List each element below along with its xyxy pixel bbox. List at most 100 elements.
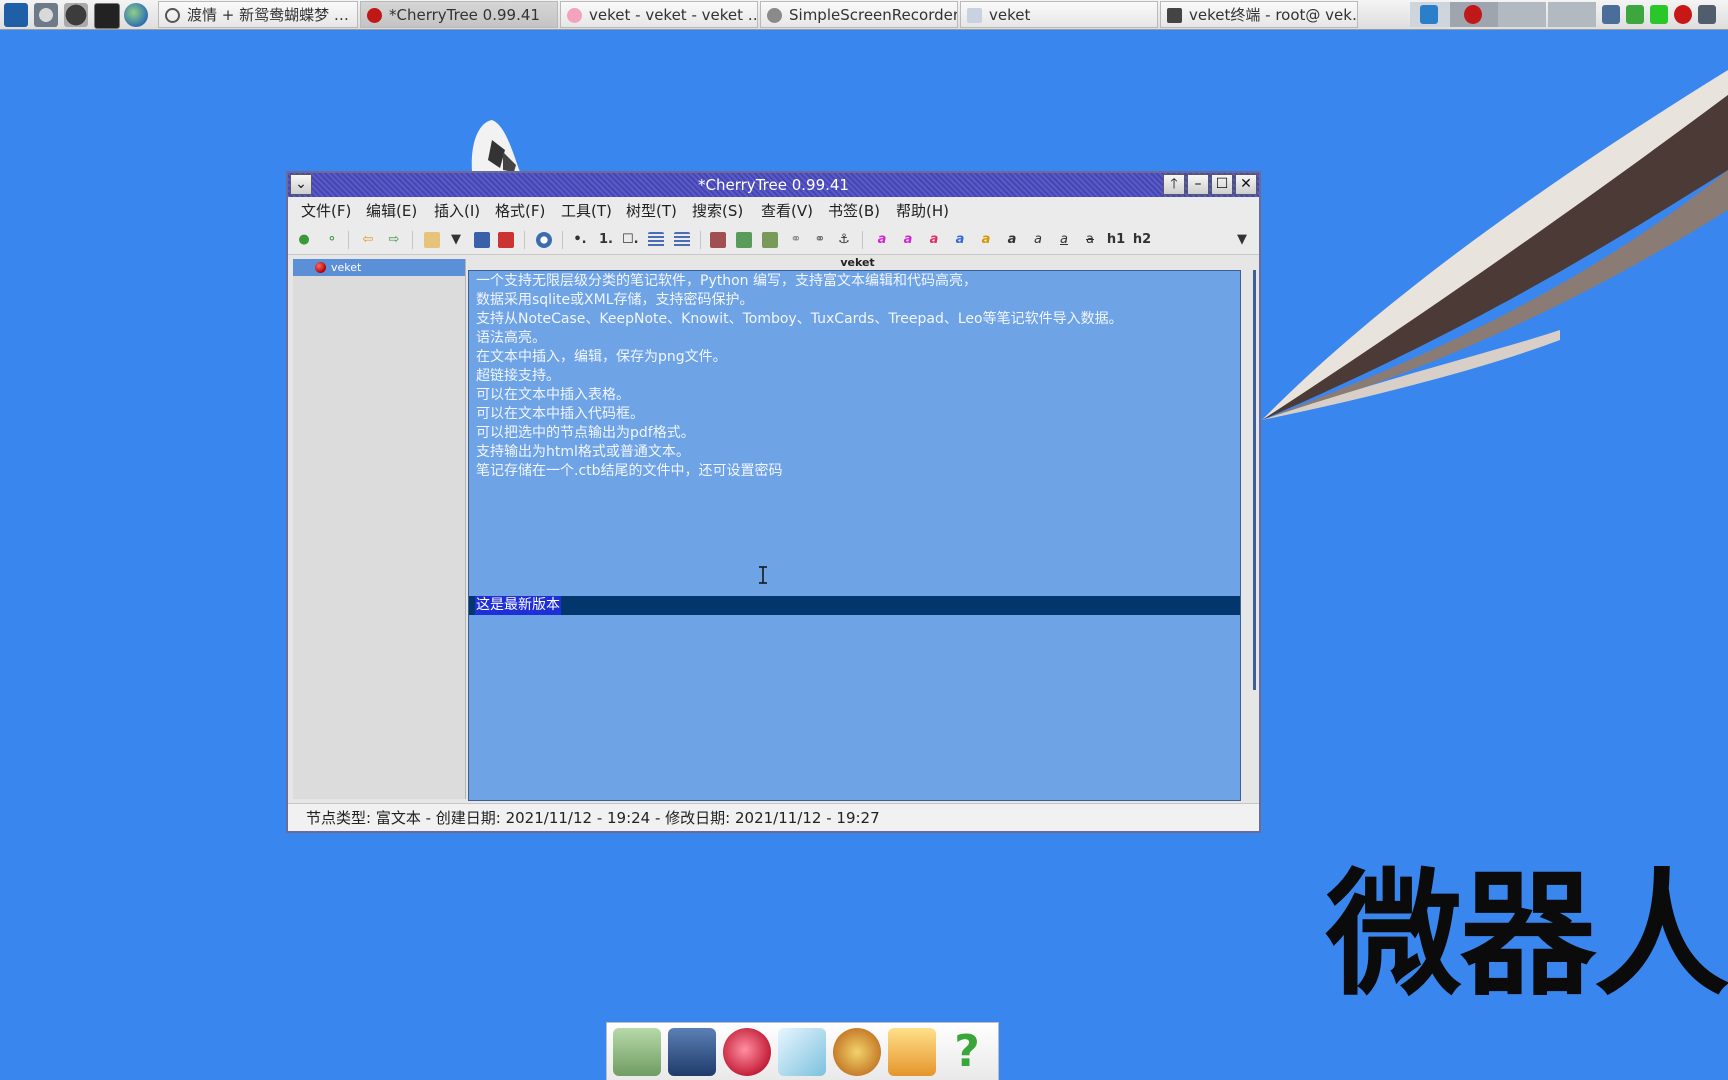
editor-scrollbar[interactable] bbox=[1253, 270, 1256, 690]
save-icon[interactable] bbox=[474, 232, 490, 248]
italic-icon[interactable]: a bbox=[1030, 232, 1046, 248]
text-editor-icon[interactable] bbox=[778, 1028, 826, 1076]
rich-text-editor[interactable]: 一个支持无限层级分类的笔记软件，Python 编写，支持富文本编辑和代码高亮， … bbox=[468, 270, 1241, 801]
toolbar-separator bbox=[412, 231, 413, 249]
selected-text[interactable]: 这是最新版本 bbox=[475, 596, 561, 615]
numbered-list-icon[interactable]: 1. bbox=[598, 232, 614, 248]
menu-view[interactable]: 查看(V) bbox=[761, 201, 813, 221]
task-recorder[interactable]: SimpleScreenRecorder bbox=[760, 1, 958, 28]
menu-insert[interactable]: 插入(I) bbox=[434, 201, 480, 221]
window-titlebar[interactable]: ⌄ *CherryTree 0.99.41 🡑 – ☐ ✕ bbox=[288, 173, 1259, 198]
desktop-switcher[interactable] bbox=[1410, 2, 1450, 27]
text-color-red-icon[interactable]: a bbox=[926, 232, 942, 248]
link-icon[interactable]: ⚭ bbox=[812, 232, 828, 248]
task-folder[interactable]: veket bbox=[960, 1, 1158, 28]
task-cherrytree[interactable]: *CherryTree 0.99.41 bbox=[360, 1, 558, 28]
window-maximize-button[interactable]: ☐ bbox=[1211, 174, 1233, 195]
todo-list-icon[interactable]: ☐. bbox=[622, 232, 639, 248]
text-color-bg-icon[interactable]: a bbox=[900, 232, 916, 248]
insert-link-icon[interactable]: ⚭ bbox=[788, 232, 804, 248]
toolbar-separator bbox=[700, 231, 701, 249]
battery-icon[interactable] bbox=[1650, 5, 1668, 24]
task-label: *CherryTree 0.99.41 bbox=[389, 6, 540, 24]
tree-node-label: veket bbox=[331, 261, 362, 274]
play-icon[interactable] bbox=[64, 3, 88, 27]
text-cursor-icon bbox=[759, 566, 767, 584]
editor-line: 支持从NoteCase、KeepNote、Knowit、Tomboy、TuxCa… bbox=[476, 311, 1123, 327]
back-arrow-icon[interactable]: ⇦ bbox=[360, 232, 376, 248]
file-manager-icon[interactable] bbox=[613, 1028, 661, 1076]
bullet-list-icon[interactable]: •. bbox=[572, 232, 588, 248]
record-icon bbox=[165, 8, 180, 23]
settings-icon[interactable] bbox=[34, 3, 58, 27]
task-music[interactable]: 渡情 + 新鸳鸯蝴蝶梦 … bbox=[158, 1, 358, 28]
terminal-icon[interactable] bbox=[94, 3, 120, 29]
menu-file[interactable]: 文件(F) bbox=[301, 201, 351, 221]
desktop-switcher-4[interactable] bbox=[1548, 2, 1596, 27]
strikethrough-icon[interactable]: a bbox=[1082, 232, 1098, 248]
insert-codebox-icon[interactable] bbox=[762, 232, 778, 248]
editor-line: 可以在文本中插入表格。 bbox=[476, 387, 630, 403]
network-icon[interactable] bbox=[1602, 5, 1620, 24]
status-text: 节点类型: 富文本 - 创建日期: 2021/11/12 - 19:24 - 修… bbox=[306, 809, 880, 827]
menu-tools[interactable]: 工具(T) bbox=[561, 201, 612, 221]
add-node-icon[interactable]: ● bbox=[296, 232, 312, 248]
window-title: *CherryTree 0.99.41 bbox=[698, 176, 849, 194]
paint-icon[interactable] bbox=[833, 1028, 881, 1076]
screen-icon bbox=[1420, 5, 1438, 24]
terminal-icon bbox=[1167, 8, 1182, 23]
editor-line: 语法高亮。 bbox=[476, 330, 546, 346]
menu-help[interactable]: 帮助(H) bbox=[896, 201, 949, 221]
window-shade-button[interactable]: 🡑 bbox=[1163, 174, 1185, 195]
mascot-icon[interactable] bbox=[723, 1028, 771, 1076]
highlight-icon[interactable]: a bbox=[978, 232, 994, 248]
system-monitor-icon[interactable] bbox=[4, 3, 28, 27]
editor-line: 超链接支持。 bbox=[476, 368, 560, 384]
toolbar-separator bbox=[862, 231, 863, 249]
unindent-icon[interactable] bbox=[674, 232, 690, 248]
menu-bookmarks[interactable]: 书签(B) bbox=[828, 201, 880, 221]
bold-icon[interactable]: a bbox=[1004, 232, 1020, 248]
insert-image-icon[interactable] bbox=[710, 232, 726, 248]
recorder-icon bbox=[767, 8, 782, 23]
desktop-watermark-text: 微器人 bbox=[1326, 857, 1728, 1015]
text-color-blue-icon[interactable]: a bbox=[952, 232, 968, 248]
toolbar-separator bbox=[524, 231, 525, 249]
underline-icon[interactable]: a bbox=[1056, 232, 1072, 248]
help-icon[interactable]: ? bbox=[943, 1028, 991, 1076]
heading1-icon[interactable]: h1 bbox=[1106, 232, 1126, 248]
menu-tree[interactable]: 树型(T) bbox=[626, 201, 677, 221]
computer-icon[interactable] bbox=[668, 1028, 716, 1076]
window-minimize-button[interactable]: – bbox=[1187, 174, 1209, 195]
node-name-header: veket bbox=[840, 256, 875, 269]
find-icon[interactable] bbox=[536, 232, 552, 248]
globe-icon[interactable] bbox=[124, 3, 148, 27]
heading2-icon[interactable]: h2 bbox=[1132, 232, 1152, 248]
chevron-down-icon[interactable]: ▼ bbox=[448, 232, 464, 248]
menu-search[interactable]: 搜索(S) bbox=[692, 201, 743, 221]
task-terminal[interactable]: veket终端 - root@ vek… bbox=[1160, 1, 1358, 28]
text-color-fg-icon[interactable]: a bbox=[874, 232, 890, 248]
keyboard-icon[interactable] bbox=[1698, 5, 1716, 24]
veket-icon[interactable] bbox=[888, 1028, 936, 1076]
desktop-switcher-active[interactable] bbox=[1450, 2, 1498, 27]
insert-table-icon[interactable] bbox=[736, 232, 752, 248]
open-folder-icon[interactable] bbox=[424, 232, 440, 248]
add-subnode-icon[interactable]: ⚬ bbox=[324, 232, 340, 248]
folder-icon bbox=[967, 8, 982, 23]
task-browser[interactable]: veket - veket - veket … bbox=[560, 1, 758, 28]
anchor-icon[interactable]: ⚓ bbox=[836, 232, 852, 248]
window-close-button[interactable]: ✕ bbox=[1235, 174, 1257, 195]
record-icon[interactable] bbox=[1674, 5, 1692, 24]
indent-icon[interactable] bbox=[648, 232, 664, 248]
export-icon[interactable] bbox=[498, 232, 514, 248]
shield-icon[interactable] bbox=[1626, 5, 1644, 24]
toolbar-overflow-icon[interactable]: ▼ bbox=[1234, 232, 1250, 248]
menu-edit[interactable]: 编辑(E) bbox=[366, 201, 417, 221]
tree-node[interactable]: veket bbox=[293, 259, 465, 276]
desktop-switcher-3[interactable] bbox=[1498, 2, 1546, 27]
forward-arrow-icon[interactable]: ⇨ bbox=[386, 232, 402, 248]
bottom-dock: ? bbox=[606, 1022, 999, 1080]
cherry-icon bbox=[367, 8, 382, 23]
menu-format[interactable]: 格式(F) bbox=[495, 201, 545, 221]
